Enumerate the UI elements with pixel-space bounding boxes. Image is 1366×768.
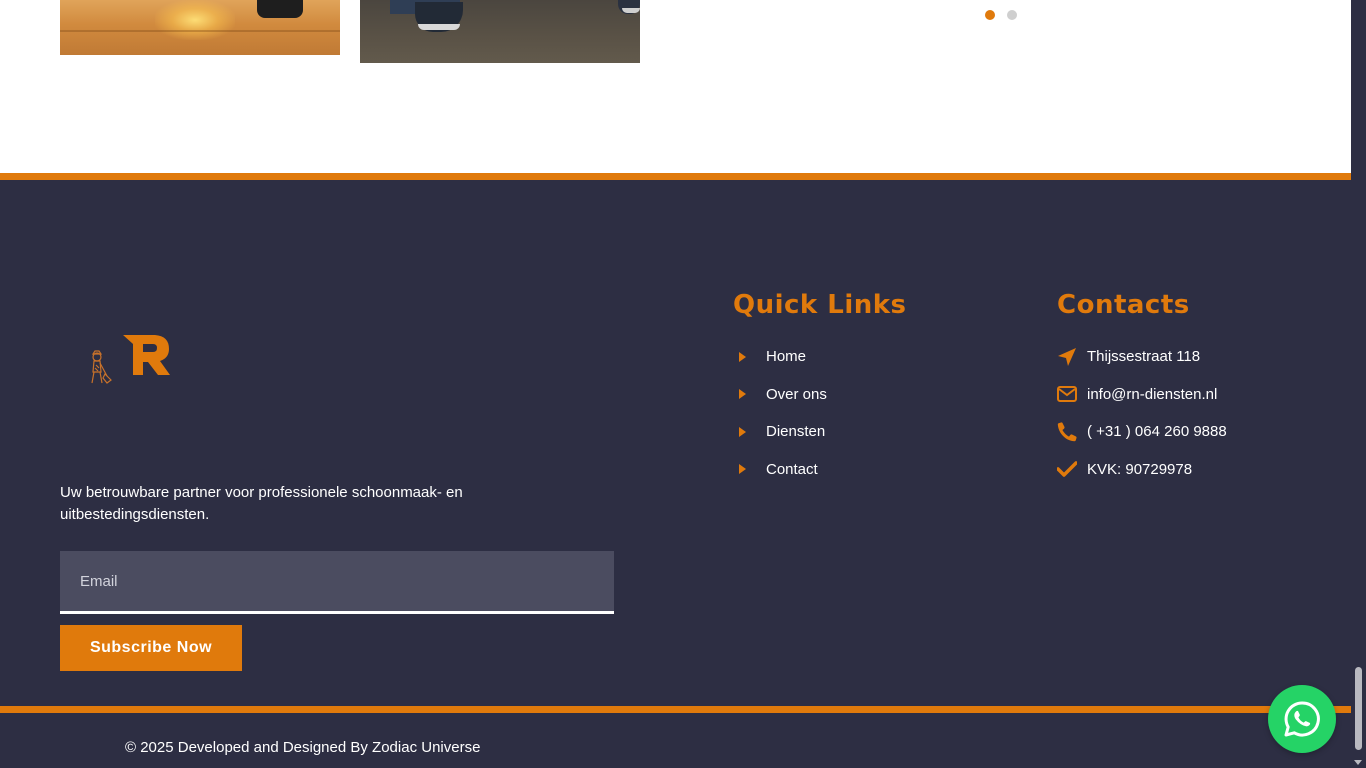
contact-kvk-text: KVK: 90729978 bbox=[1087, 460, 1193, 478]
footer-tagline: Uw betrouwbare partner voor professionel… bbox=[60, 484, 463, 523]
shoe-left-sole bbox=[418, 24, 460, 30]
quick-links-list: Home Over ons Diensten Contact bbox=[735, 338, 827, 488]
quick-link-label[interactable]: Home bbox=[766, 348, 806, 365]
site-footer: Uw betrouwbare partner voor professionel… bbox=[0, 173, 1351, 768]
rn-logo-icon bbox=[91, 335, 170, 384]
caret-right-icon bbox=[739, 389, 746, 400]
service-image-worker-shoes[interactable] bbox=[360, 0, 640, 63]
page-scrollbar[interactable] bbox=[1351, 0, 1366, 768]
slider-dot-1[interactable] bbox=[985, 10, 995, 20]
caret-right-icon bbox=[739, 464, 746, 475]
quick-link-over-ons[interactable]: Over ons bbox=[735, 376, 827, 414]
contact-address-text: Thijssestraat 118 bbox=[1087, 348, 1201, 366]
contacts-title: Contacts bbox=[1057, 290, 1190, 320]
caret-right-icon bbox=[739, 426, 746, 437]
copyright-text: © 2025 Developed and Designed By Zodiac … bbox=[125, 739, 481, 756]
scrollbar-thumb[interactable] bbox=[1355, 667, 1362, 750]
scroll-down-arrow-icon[interactable] bbox=[1354, 760, 1362, 765]
light-reflection bbox=[155, 0, 235, 40]
service-image-floor-cleaning[interactable] bbox=[60, 0, 340, 55]
whatsapp-icon bbox=[1284, 701, 1320, 737]
quick-link-label[interactable]: Diensten bbox=[766, 423, 825, 440]
contact-phone-text[interactable]: ( +31 ) 064 260 9888 bbox=[1087, 423, 1227, 440]
quick-link-contact[interactable]: Contact bbox=[735, 451, 827, 489]
company-logo[interactable] bbox=[85, 330, 175, 390]
contact-email[interactable]: info@rn-diensten.nl bbox=[1057, 376, 1227, 414]
slider-pagination bbox=[985, 10, 1017, 20]
contact-phone[interactable]: ( +31 ) 064 260 9888 bbox=[1057, 413, 1227, 451]
quick-link-label[interactable]: Contact bbox=[766, 461, 818, 478]
page: Uw betrouwbare partner voor professionel… bbox=[0, 0, 1351, 768]
contacts-list: Thijssestraat 118 info@rn-diensten.nl ( … bbox=[1057, 338, 1227, 488]
subscribe-email-input[interactable] bbox=[60, 551, 614, 611]
envelope-icon bbox=[1057, 384, 1077, 404]
shoe-right-sole bbox=[622, 8, 640, 13]
whatsapp-chat-button[interactable] bbox=[1268, 685, 1336, 753]
quick-link-label[interactable]: Over ons bbox=[766, 386, 827, 403]
quick-link-home[interactable]: Home bbox=[735, 338, 827, 376]
subscribe-button[interactable]: Subscribe Now bbox=[60, 625, 242, 671]
floor-plank bbox=[60, 30, 340, 32]
quick-links-title: Quick Links bbox=[733, 290, 907, 320]
services-gallery-section bbox=[0, 0, 1351, 173]
check-icon bbox=[1057, 459, 1077, 479]
subscribe-email-wrapper bbox=[60, 551, 614, 614]
copyright-bar: © 2025 Developed and Designed By Zodiac … bbox=[0, 706, 1351, 768]
mop-head bbox=[257, 0, 303, 18]
quick-link-diensten[interactable]: Diensten bbox=[735, 413, 827, 451]
phone-icon bbox=[1057, 422, 1077, 442]
contact-email-text[interactable]: info@rn-diensten.nl bbox=[1087, 386, 1217, 403]
contact-address: Thijssestraat 118 bbox=[1057, 338, 1227, 376]
slider-dot-2[interactable] bbox=[1007, 10, 1017, 20]
location-arrow-icon bbox=[1057, 347, 1077, 367]
caret-right-icon bbox=[739, 351, 746, 362]
contact-kvk: KVK: 90729978 bbox=[1057, 451, 1227, 489]
